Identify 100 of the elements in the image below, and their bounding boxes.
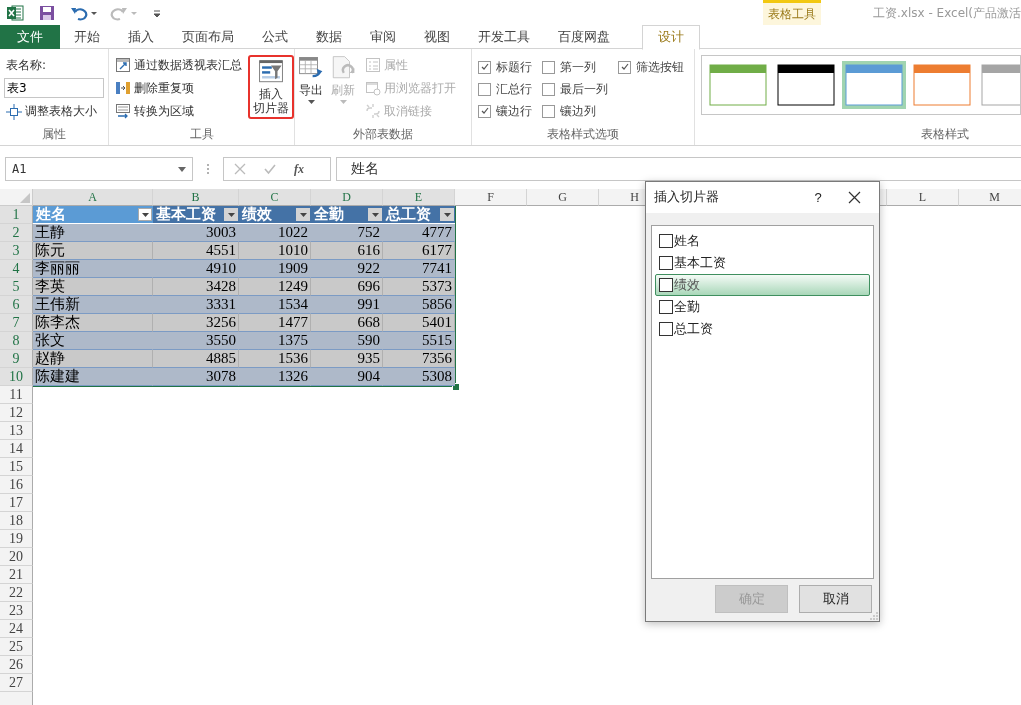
- row-header[interactable]: 17: [0, 494, 33, 512]
- export-button[interactable]: 导出: [295, 53, 327, 107]
- row-header[interactable]: 16: [0, 476, 33, 494]
- filter-button[interactable]: [138, 208, 152, 221]
- row-header[interactable]: 11: [0, 386, 33, 404]
- ribbon-button[interactable]: 转换为区域: [113, 101, 244, 121]
- row-header[interactable]: 13: [0, 422, 33, 440]
- row-header[interactable]: 4: [0, 260, 33, 278]
- row-header[interactable]: 24: [0, 620, 33, 638]
- ribbon-tab[interactable]: 开始: [60, 25, 114, 49]
- checkbox[interactable]: [542, 104, 555, 118]
- checkbox[interactable]: [659, 278, 673, 292]
- ribbon-button[interactable]: 删除重复项: [113, 78, 244, 98]
- checkbox-label[interactable]: 镶边行: [496, 102, 532, 120]
- ribbon-button[interactable]: 通过数据透视表汇总: [113, 55, 244, 75]
- fill-handle[interactable]: [452, 383, 460, 391]
- column-header[interactable]: B: [153, 189, 239, 206]
- table-header-cell[interactable]: 基本工资: [153, 206, 239, 224]
- table-header-cell[interactable]: 全勤: [311, 206, 383, 224]
- checkbox-label[interactable]: 汇总行: [496, 80, 532, 98]
- checkbox-label[interactable]: 标题行: [496, 58, 532, 76]
- row-header[interactable]: 27: [0, 674, 33, 692]
- help-button[interactable]: ?: [808, 190, 828, 205]
- filter-button[interactable]: [440, 208, 454, 221]
- row-header[interactable]: 1: [0, 206, 33, 224]
- column-header[interactable]: C: [239, 189, 311, 206]
- table-header-cell[interactable]: 总工资: [383, 206, 455, 224]
- row-header[interactable]: 15: [0, 458, 33, 476]
- ribbon-tab[interactable]: 公式: [248, 25, 302, 49]
- row-header[interactable]: 21: [0, 566, 33, 584]
- filter-button[interactable]: [368, 208, 382, 221]
- checkbox[interactable]: [478, 82, 491, 96]
- dropdown-icon[interactable]: [178, 166, 186, 172]
- checkbox[interactable]: [659, 234, 673, 248]
- field-option[interactable]: 总工资: [655, 318, 870, 340]
- ribbon-tab[interactable]: 数据: [302, 25, 356, 49]
- checkbox-label[interactable]: 镶边列: [560, 102, 596, 120]
- row-header[interactable]: 18: [0, 512, 33, 530]
- row-header[interactable]: 14: [0, 440, 33, 458]
- checkbox[interactable]: [542, 82, 555, 96]
- field-option[interactable]: 姓名: [655, 230, 870, 252]
- column-header[interactable]: G: [527, 189, 599, 206]
- table-style-swatch[interactable]: [910, 61, 974, 109]
- checkbox[interactable]: [659, 256, 673, 270]
- column-header[interactable]: D: [311, 189, 383, 206]
- checkbox[interactable]: [659, 300, 673, 314]
- checkbox[interactable]: [478, 60, 491, 74]
- ribbon-tab[interactable]: 文件: [0, 25, 60, 49]
- resize-grip-icon[interactable]: [870, 612, 878, 620]
- table-style-swatch[interactable]: [706, 61, 770, 109]
- checkbox-label[interactable]: 筛选按钮: [636, 58, 684, 76]
- row-header[interactable]: 23: [0, 602, 33, 620]
- ribbon-tab[interactable]: 视图: [410, 25, 464, 49]
- column-header[interactable]: F: [455, 189, 527, 206]
- row-header[interactable]: 8: [0, 332, 33, 350]
- formula-field[interactable]: 姓名: [336, 157, 1021, 181]
- ribbon-tab[interactable]: 百度网盘: [544, 25, 624, 49]
- dialog-button[interactable]: 取消: [799, 585, 872, 613]
- ribbon-tab[interactable]: 开发工具: [464, 25, 544, 49]
- row-header[interactable]: 9: [0, 350, 33, 368]
- table-style-swatch[interactable]: [774, 61, 838, 109]
- column-header[interactable]: A: [33, 189, 153, 206]
- checkbox-label[interactable]: 最后一列: [560, 80, 608, 98]
- ribbon-tab[interactable]: 审阅: [356, 25, 410, 49]
- table-style-swatch[interactable]: [842, 61, 906, 109]
- filter-button[interactable]: [224, 208, 238, 221]
- field-option[interactable]: 全勤: [655, 296, 870, 318]
- row-header[interactable]: 3: [0, 242, 33, 260]
- column-header[interactable]: M: [959, 189, 1021, 206]
- field-option[interactable]: 绩效: [655, 274, 870, 296]
- ribbon-tab[interactable]: 插入: [114, 25, 168, 49]
- ribbon-tab[interactable]: 设计: [642, 25, 700, 50]
- name-box[interactable]: A1: [5, 157, 193, 181]
- row-header[interactable]: 26: [0, 656, 33, 674]
- check-icon[interactable]: [264, 163, 276, 175]
- checkbox[interactable]: [659, 322, 673, 336]
- checkbox[interactable]: [478, 104, 491, 118]
- table-header-cell[interactable]: 绩效: [239, 206, 311, 224]
- row-header[interactable]: 10: [0, 368, 33, 386]
- resize-table-button[interactable]: 调整表格大小: [4, 102, 104, 121]
- row-header[interactable]: 5: [0, 278, 33, 296]
- row-header[interactable]: 6: [0, 296, 33, 314]
- insert-slicer-button[interactable]: 插入 切片器: [248, 55, 294, 119]
- row-header[interactable]: 20: [0, 548, 33, 566]
- close-icon[interactable]: [848, 191, 861, 204]
- save-icon[interactable]: [38, 3, 56, 22]
- insert-function-button[interactable]: fx: [294, 161, 304, 177]
- row-header[interactable]: 12: [0, 404, 33, 422]
- checkbox[interactable]: [618, 60, 631, 74]
- row-header[interactable]: 25: [0, 638, 33, 656]
- ribbon-tab[interactable]: 页面布局: [168, 25, 248, 49]
- row-header[interactable]: 7: [0, 314, 33, 332]
- column-header[interactable]: L: [887, 189, 959, 206]
- filter-button[interactable]: [296, 208, 310, 221]
- row-header[interactable]: 19: [0, 530, 33, 548]
- field-option[interactable]: 基本工资: [655, 252, 870, 274]
- drag-handle-icon[interactable]: [206, 162, 210, 176]
- table-name-field[interactable]: 表3: [4, 78, 104, 99]
- checkbox-label[interactable]: 第一列: [560, 58, 596, 76]
- row-header[interactable]: 2: [0, 224, 33, 242]
